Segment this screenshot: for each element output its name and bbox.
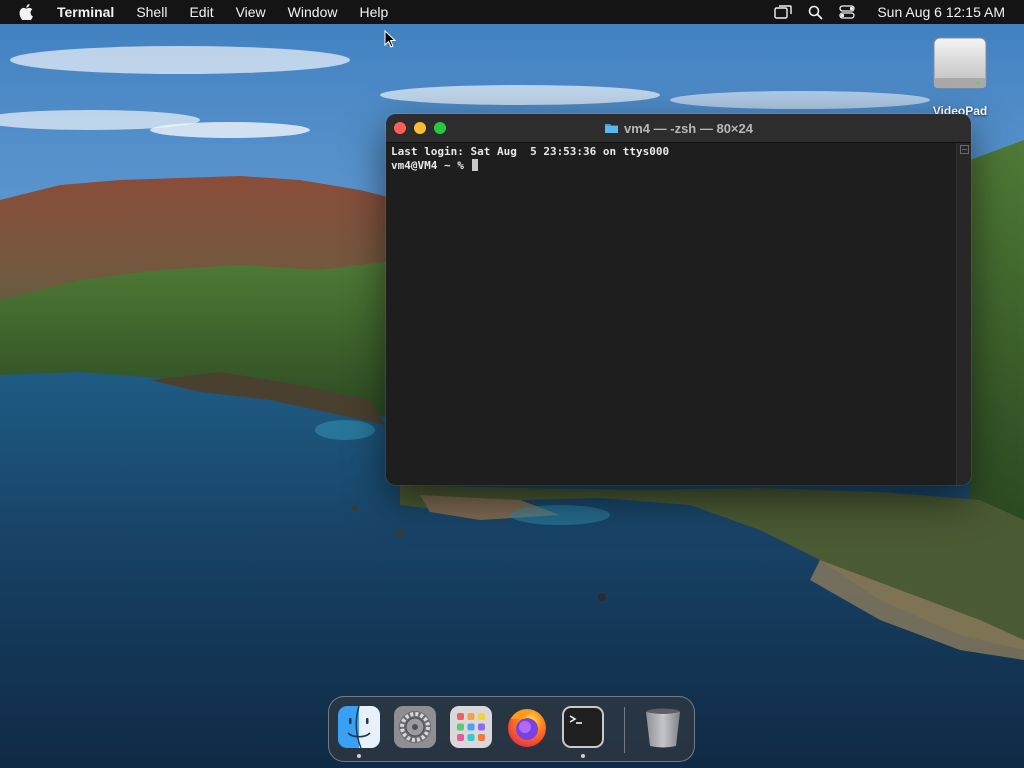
- terminal-title-text: vm4 — -zsh — 80×24: [624, 120, 753, 136]
- terminal-scrollbar[interactable]: [956, 143, 971, 485]
- control-center-icon[interactable]: [837, 2, 857, 22]
- spotlight-search-icon[interactable]: [805, 2, 825, 22]
- finder-icon: [338, 705, 380, 749]
- apple-icon[interactable]: [16, 2, 36, 22]
- terminal-title: vm4 — -zsh — 80×24: [386, 114, 971, 142]
- dock-item-terminal[interactable]: [561, 705, 605, 749]
- terminal-titlebar[interactable]: vm4 — -zsh — 80×24: [386, 114, 971, 143]
- menu-view[interactable]: View: [225, 0, 277, 24]
- scroll-split-button[interactable]: [960, 145, 969, 154]
- trash-icon: [646, 708, 680, 748]
- dock-item-trash[interactable]: [641, 705, 685, 749]
- dock-item-finder[interactable]: [337, 705, 381, 749]
- terminal-line: Last login: Sat Aug 5 23:53:36 on ttys00…: [391, 145, 670, 158]
- menu-clock[interactable]: Sun Aug 6 12:15 AM: [877, 4, 1005, 20]
- firefox-icon: [508, 709, 546, 747]
- terminal-icon: [562, 706, 604, 748]
- dock: [328, 696, 695, 762]
- dock-item-firefox[interactable]: [505, 705, 549, 749]
- mouse-pointer-icon: [384, 30, 396, 48]
- text-cursor: [472, 158, 479, 171]
- gear-icon: [394, 706, 436, 748]
- dock-item-system-preferences[interactable]: [393, 705, 437, 749]
- desktop-disk-item[interactable]: VideoPad: [922, 34, 998, 118]
- dock-item-launchpad[interactable]: [449, 705, 493, 749]
- terminal-prompt: vm4@VM4 ~ %: [391, 158, 471, 172]
- menu-help[interactable]: Help: [348, 0, 399, 24]
- screen-mirroring-icon[interactable]: [773, 2, 793, 22]
- running-indicator: [357, 754, 361, 758]
- running-indicator: [581, 754, 585, 758]
- menu-window[interactable]: Window: [277, 0, 349, 24]
- menu-bar: Terminal Shell Edit View Window Help Sun…: [0, 0, 1024, 24]
- menu-app-name[interactable]: Terminal: [46, 0, 125, 24]
- dock-divider: [624, 707, 625, 753]
- terminal-window[interactable]: vm4 — -zsh — 80×24 Last login: Sat Aug 5…: [386, 114, 971, 485]
- menu-edit[interactable]: Edit: [178, 0, 224, 24]
- menu-shell[interactable]: Shell: [125, 0, 178, 24]
- launchpad-icon: [450, 706, 492, 748]
- terminal-output[interactable]: Last login: Sat Aug 5 23:53:36 on ttys00…: [386, 143, 957, 485]
- external-drive-icon: [933, 37, 987, 89]
- folder-icon: [605, 124, 618, 133]
